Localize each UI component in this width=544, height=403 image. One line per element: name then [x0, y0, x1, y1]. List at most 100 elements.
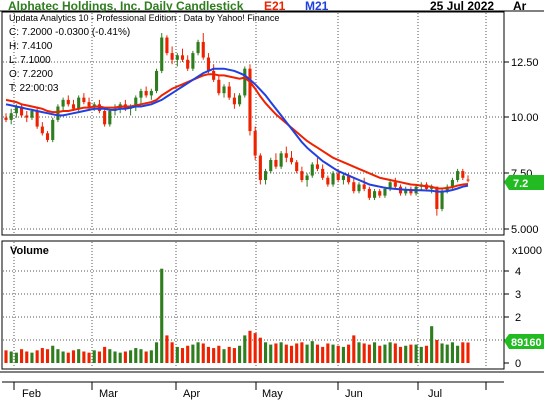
volume-bar: [232, 348, 236, 363]
candle-body: [206, 57, 211, 71]
candle-body: [103, 110, 107, 125]
volume-bar: [160, 268, 164, 363]
volume-bar: [66, 352, 70, 363]
candle-body: [217, 79, 221, 94]
volume-bar: [40, 348, 44, 363]
volume-bar: [295, 343, 299, 363]
high-readout: H: 7.4100: [9, 41, 53, 52]
volume-bar: [409, 344, 413, 363]
volume-multiplier: x1000: [512, 245, 542, 257]
candle-body: [295, 162, 299, 172]
price-tick-label: 10.00: [511, 112, 539, 124]
last-volume-badge: 89160: [504, 334, 544, 349]
candle-body: [258, 155, 262, 181]
candle-body: [149, 90, 153, 96]
volume-bar: [222, 349, 226, 363]
price-tick-label: 5.000: [511, 224, 539, 236]
last-price-badge: 7.2: [504, 175, 544, 190]
volume-bar: [206, 346, 211, 363]
volume-bar: [227, 346, 231, 363]
stock-chart: Alphatec Holdings, Inc. Daily Candlestic…: [0, 0, 544, 400]
volume-bar: [113, 351, 117, 363]
corner-label: Ar: [513, 0, 527, 13]
volume-tick-label: 4: [515, 266, 521, 278]
candle-body: [108, 110, 112, 125]
volume-bar: [326, 343, 330, 363]
candle-body: [227, 86, 231, 98]
volume-bar: [253, 333, 257, 363]
candle-body: [435, 186, 439, 209]
candle-body: [61, 99, 65, 107]
volume-bar: [279, 342, 283, 363]
volume-bar: [336, 345, 340, 363]
volume-bar: [258, 337, 262, 363]
volume-bar: [435, 340, 439, 363]
candle-body: [289, 157, 294, 163]
candle-body: [175, 55, 179, 60]
volume-bar: [269, 344, 273, 363]
open-readout: O: 7.2200: [9, 69, 53, 80]
candle-body: [300, 171, 304, 181]
volume-bar: [56, 349, 60, 363]
volume-bar: [20, 349, 24, 363]
volume-bar: [118, 352, 122, 363]
volume-bar: [243, 335, 247, 363]
volume-bar: [25, 351, 29, 363]
volume-bar: [35, 350, 39, 363]
volume-bar: [212, 348, 216, 363]
volume-bar: [170, 342, 174, 363]
volume-bar: [4, 350, 8, 363]
volume-bar: [310, 341, 314, 363]
volume-bar: [404, 345, 408, 363]
last-price-text: 7.2: [513, 178, 528, 190]
candle-body: [87, 102, 91, 107]
volume-bar: [321, 346, 325, 363]
month-label: Jun: [345, 388, 363, 400]
candle-body: [232, 97, 236, 105]
volume-bar: [97, 351, 101, 363]
subtitle: Updata Analytics 10 - Professional Editi…: [9, 13, 279, 23]
candle-body: [160, 37, 164, 71]
volume-bar: [201, 343, 205, 363]
time-readout: T: 22:00:03: [9, 83, 59, 94]
candle-body: [263, 171, 268, 181]
month-label: Jul: [428, 388, 442, 400]
price-panel: [1, 11, 505, 236]
volume-bar: [14, 352, 18, 363]
volume-bar: [82, 351, 86, 363]
volume-bar: [149, 350, 153, 363]
volume-bar: [77, 349, 81, 363]
volume-bar: [108, 349, 112, 363]
volume-bar: [341, 346, 345, 363]
volume-bar: [315, 344, 320, 363]
candle-body: [40, 126, 44, 134]
volume-tick-label: 3: [515, 289, 521, 301]
volume-bar: [352, 335, 356, 363]
volume-bar: [45, 349, 50, 363]
volume-bar: [139, 349, 143, 363]
ma-legend-label: M21: [305, 0, 329, 13]
candle-body: [35, 110, 39, 127]
volume-bar: [414, 344, 418, 363]
volume-tick-label: 0: [515, 358, 521, 370]
time-axis: Feb Mar Apr May Jun Jul: [0, 371, 544, 400]
month-label: Mar: [99, 388, 118, 400]
volume-tick-label: 2: [515, 312, 521, 324]
volume-bar: [144, 351, 148, 363]
candle-body: [222, 86, 226, 94]
candle-body: [154, 70, 159, 91]
candle-body: [331, 173, 335, 185]
date-label: 25 Jul 2022: [430, 0, 494, 13]
volume-bar: [424, 345, 429, 363]
candle-body: [357, 184, 361, 192]
volume-bar: [466, 342, 470, 363]
candle-body: [170, 53, 174, 60]
candle-body: [9, 113, 13, 120]
candle-body: [71, 104, 76, 109]
candle-body: [466, 179, 470, 181]
volume-bar: [357, 342, 361, 363]
close-readout: C: 7.2000 -0.0300 (-0.41%): [9, 27, 130, 38]
volume-bar: [456, 345, 460, 363]
volume-bar: [300, 342, 304, 363]
candle-body: [352, 182, 356, 192]
